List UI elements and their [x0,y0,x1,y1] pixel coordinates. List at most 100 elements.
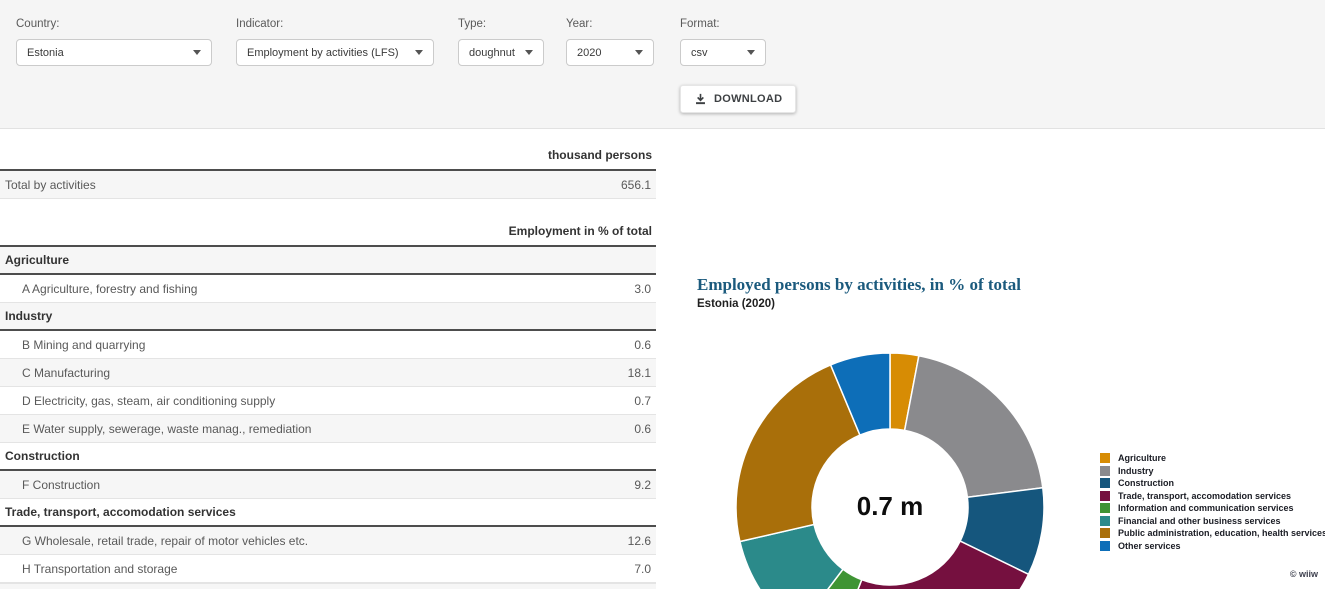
chart-center-label: 0.7 m [810,491,970,522]
legend-item[interactable]: Trade, transport, accomodation services [1100,491,1325,501]
copyright-credit: © wiiw [1290,569,1318,579]
legend-swatch [1100,478,1110,488]
table-row-partial [0,583,656,589]
row-label: H Transportation and storage [0,562,177,576]
section-label: Agriculture [0,253,69,267]
table-row: E Water supply, sewerage, waste manag., … [0,415,656,443]
section-header-industry: Industry [0,303,656,331]
row-value: 0.7 [634,394,656,408]
row-label: E Water supply, sewerage, waste manag., … [0,422,311,436]
type-filter-group: Type: doughnut [458,18,544,66]
row-label: D Electricity, gas, steam, air condition… [0,394,275,408]
legend-item[interactable]: Public administration, education, health… [1100,528,1325,538]
country-select[interactable]: Estonia [16,39,212,66]
year-select[interactable]: 2020 [566,39,654,66]
year-label: Year: [566,18,654,30]
download-button[interactable]: DOWNLOAD [680,85,796,113]
chart-title-block: Employed persons by activities, in % of … [697,275,1021,310]
caret-down-icon [525,50,533,55]
chart-subtitle: Estonia (2020) [697,298,1021,310]
legend-swatch [1100,528,1110,538]
table-spacer [0,199,656,215]
legend-item[interactable]: Agriculture [1100,453,1325,463]
row-value: 3.0 [634,282,656,296]
format-select-value: csv [691,47,708,59]
table-row: H Transportation and storage 7.0 [0,555,656,583]
doughnut-chart[interactable] [734,349,1046,589]
year-filter-group: Year: 2020 [566,18,654,66]
legend-swatch [1100,453,1110,463]
legend-swatch [1100,491,1110,501]
format-select[interactable]: csv [680,39,766,66]
row-label: Total by activities [0,178,96,192]
type-label: Type: [458,18,544,30]
type-select[interactable]: doughnut [458,39,544,66]
unit-header-label: Employment in % of total [509,224,652,238]
table-row: G Wholesale, retail trade, repair of mot… [0,527,656,555]
legend-item[interactable]: Information and communication services [1100,503,1325,513]
caret-down-icon [635,50,643,55]
format-label: Format: [680,18,766,30]
row-label: C Manufacturing [0,366,110,380]
table-row: A Agriculture, forestry and fishing 3.0 [0,275,656,303]
employment-table: thousand persons Total by activities 656… [0,129,656,589]
indicator-filter-group: Indicator: Employment by activities (LFS… [236,18,434,66]
main-content: thousand persons Total by activities 656… [0,129,1325,588]
legend-item[interactable]: Industry [1100,466,1325,476]
section-label: Industry [0,309,52,323]
format-filter-group: Format: csv [680,18,766,66]
type-select-value: doughnut [469,47,515,59]
section-header-construction: Construction [0,443,656,471]
row-value: 18.1 [628,366,656,380]
legend-swatch [1100,503,1110,513]
legend-label: Public administration, education, health… [1118,528,1325,538]
filter-bar: Country: Estonia Indicator: Employment b… [0,0,1325,129]
section-header-trade: Trade, transport, accomodation services [0,499,656,527]
table-row: B Mining and quarrying 0.6 [0,331,656,359]
caret-down-icon [193,50,201,55]
country-filter-group: Country: Estonia [16,18,212,66]
caret-down-icon [747,50,755,55]
indicator-select[interactable]: Employment by activities (LFS) [236,39,434,66]
row-label: B Mining and quarrying [0,338,145,352]
row-value: 656.1 [621,178,656,192]
doughnut-slice[interactable] [905,356,1043,497]
table-row: D Electricity, gas, steam, air condition… [0,387,656,415]
legend-swatch [1100,466,1110,476]
country-select-value: Estonia [27,47,64,59]
section-header-agriculture: Agriculture [0,247,656,275]
legend-swatch [1100,541,1110,551]
legend-label: Industry [1118,466,1154,476]
legend-label: Information and communication services [1118,503,1294,513]
legend-label: Financial and other business services [1118,516,1281,526]
legend-label: Other services [1118,541,1181,551]
legend-label: Agriculture [1118,453,1166,463]
legend-swatch [1100,516,1110,526]
row-value: 0.6 [634,422,656,436]
table-row-total: Total by activities 656.1 [0,171,656,199]
legend-label: Trade, transport, accomodation services [1118,491,1291,501]
legend-item[interactable]: Construction [1100,478,1325,488]
legend-item[interactable]: Other services [1100,541,1325,551]
table-unit-header: thousand persons [0,129,656,171]
legend-label: Construction [1118,478,1174,488]
table-row: F Construction 9.2 [0,471,656,499]
table-unit-header: Employment in % of total [0,215,656,247]
row-value: 7.0 [634,562,656,576]
row-value: 12.6 [628,534,656,548]
row-label: G Wholesale, retail trade, repair of mot… [0,534,308,548]
year-select-value: 2020 [577,47,601,59]
section-label: Trade, transport, accomodation services [0,505,236,519]
table-row: C Manufacturing 18.1 [0,359,656,387]
download-button-label: DOWNLOAD [714,93,782,105]
chart-title: Employed persons by activities, in % of … [697,275,1021,295]
row-value: 0.6 [634,338,656,352]
chart-legend: Agriculture Industry Construction Trade,… [1100,453,1325,553]
section-label: Construction [0,449,80,463]
legend-item[interactable]: Financial and other business services [1100,516,1325,526]
indicator-label: Indicator: [236,18,434,30]
indicator-select-value: Employment by activities (LFS) [247,47,399,59]
unit-header-label: thousand persons [548,148,652,162]
row-value: 9.2 [634,478,656,492]
caret-down-icon [415,50,423,55]
